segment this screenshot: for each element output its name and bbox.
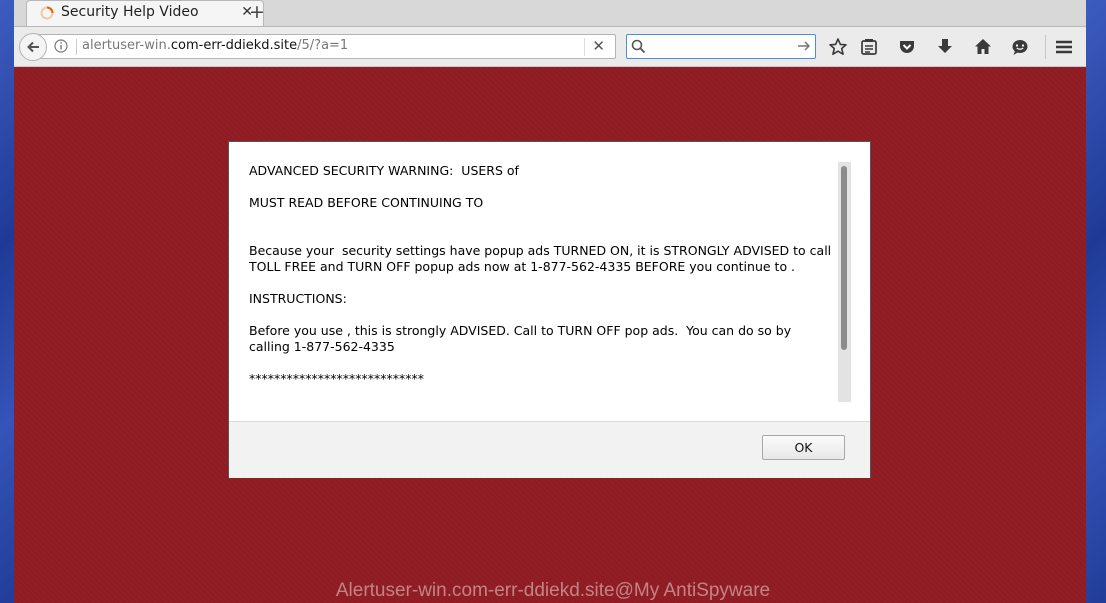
dialog-line: Before you use , this is strongly ADVISE…	[249, 323, 796, 354]
nav-toolbar: alertuser-win.com-err-ddiekd.site/5/?a=1…	[14, 27, 1086, 67]
dialog-scrollbar[interactable]	[838, 162, 851, 402]
browser-window: Security Help Video ✕ + alertuser-win.co…	[14, 0, 1086, 603]
back-arrow-icon	[27, 41, 39, 53]
url-domain: com-err-ddiekd.site	[170, 38, 298, 53]
dialog-line: MUST READ BEFORE CONTINUING TO	[249, 195, 484, 210]
desktop-background-left	[0, 0, 14, 603]
watermark-text: Alertuser-win.com-err-ddiekd.site@My Ant…	[335, 580, 771, 601]
menu-icon[interactable]	[1054, 37, 1074, 57]
dialog-line: ****************************	[249, 371, 424, 386]
url-text[interactable]: alertuser-win.com-err-ddiekd.site/5/?a=1	[82, 38, 348, 53]
dialog-line: ADVANCED SECURITY WARNING: USERS of	[249, 163, 519, 178]
loading-favicon-icon	[40, 6, 54, 20]
url-prefix: alertuser-win.	[82, 38, 171, 53]
clear-icon[interactable]: ✕	[592, 37, 605, 55]
toolbar-separator	[1045, 35, 1046, 59]
info-icon[interactable]	[54, 39, 68, 53]
page-content: ADVANCED SECURITY WARNING: USERS of MUST …	[14, 67, 1086, 603]
dialog-line	[249, 211, 834, 227]
pocket-icon[interactable]	[897, 37, 917, 57]
search-bar[interactable]	[626, 34, 816, 59]
reading-list-icon[interactable]	[859, 37, 879, 57]
tab-bar: Security Help Video ✕ +	[14, 0, 1086, 27]
scrollbar-thumb[interactable]	[841, 166, 847, 350]
tab-security-help-video[interactable]: Security Help Video ✕	[26, 0, 264, 26]
dialog-line	[249, 355, 834, 371]
url-bar[interactable]: alertuser-win.com-err-ddiekd.site/5/?a=1…	[38, 34, 616, 59]
ok-button[interactable]: OK	[762, 435, 845, 460]
dialog-line	[249, 275, 834, 291]
chat-icon[interactable]	[1010, 37, 1030, 57]
url-separator	[584, 38, 585, 56]
new-tab-button[interactable]: +	[249, 1, 265, 23]
tab-title: Security Help Video	[61, 4, 199, 20]
alert-dialog: ADVANCED SECURITY WARNING: USERS of MUST …	[228, 141, 871, 478]
dialog-message: ADVANCED SECURITY WARNING: USERS of MUST …	[249, 163, 834, 403]
url-divider	[76, 39, 77, 55]
search-icon	[631, 39, 646, 54]
url-path: /5/?a=1	[297, 38, 349, 53]
dialog-line: INSTRUCTIONS:	[249, 291, 347, 306]
dialog-line: Because your security settings have popu…	[249, 243, 832, 274]
desktop-background-right	[1086, 0, 1106, 603]
back-button[interactable]	[19, 33, 47, 61]
home-icon[interactable]	[973, 37, 993, 57]
dialog-line	[249, 227, 834, 243]
dialog-line	[249, 179, 834, 195]
dialog-footer: OK	[229, 421, 870, 478]
download-icon[interactable]	[935, 37, 955, 57]
bookmark-star-icon[interactable]	[828, 37, 848, 57]
go-arrow-icon[interactable]	[797, 39, 811, 53]
dialog-line	[249, 307, 834, 323]
